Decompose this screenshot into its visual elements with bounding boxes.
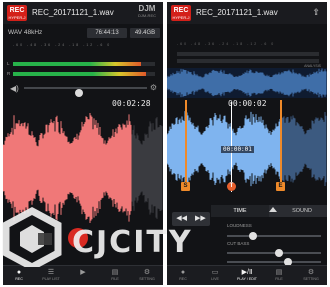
live-icon: ▭ <box>211 269 219 276</box>
center-marker-handle[interactable]: T <box>227 182 236 191</box>
tab-label: FILE <box>111 277 119 281</box>
tab-setting[interactable]: ⚙ SETTING <box>131 266 163 285</box>
record-icon: ● <box>180 269 186 276</box>
play-pause-icon: ▶ <box>80 269 86 276</box>
tab-label: REC <box>15 277 23 281</box>
audio-format: WAV 48kHz <box>8 29 43 36</box>
tab-file[interactable]: ▤ FILE <box>99 266 131 285</box>
title-bar: REC HYPER-J REC_20171121_1.wav ⇪ <box>167 2 327 24</box>
rec-badge-subtitle: HYPER-J <box>8 15 26 20</box>
meter-left-fill <box>13 62 141 66</box>
meter-right <box>177 59 319 63</box>
file-name: REC_20171121_1.wav <box>32 8 114 17</box>
tab-play-edit[interactable]: ▶/Ⅱ PLAY / EDIT <box>231 266 263 285</box>
start-marker-line[interactable] <box>185 100 187 182</box>
brand-title: DJM <box>138 4 156 13</box>
volume-row: ◀) ⚙ <box>3 81 163 97</box>
channel-right-label: R <box>7 71 11 76</box>
title-bar: REC HYPER-J REC_20171121_1.wav DJM DJM-R… <box>3 2 163 24</box>
volume-slider[interactable] <box>24 87 147 97</box>
level-meters: -60 -48 -36 -24 -18 -12 -6 0 L R <box>3 43 163 79</box>
tab-bar: ● REC ☰ PLAY LIST ▶ ▤ FILE ⚙ SETTING <box>3 265 163 285</box>
rec-badge-title: REC <box>173 7 189 14</box>
remaining-time: 76:44:13 <box>87 28 127 38</box>
rec-badge-title: REC <box>9 7 25 14</box>
playhead-time: 00:00:02 <box>228 99 267 108</box>
share-icon[interactable]: ⇪ <box>312 8 320 17</box>
brand-subtitle: DJM-REC <box>138 13 156 18</box>
tab-label: PLAY LIST <box>42 277 60 281</box>
file-icon: ▤ <box>111 269 119 276</box>
speaker-icon: ◀) <box>10 84 19 93</box>
tab-setting[interactable]: ⚙ SETTING <box>295 266 327 285</box>
tab-label: REC <box>179 277 187 281</box>
elapsed-time: 00:02:28 <box>112 99 151 108</box>
play-pause-icon: ▶/Ⅱ <box>241 269 253 276</box>
volume-knob[interactable] <box>75 89 84 97</box>
meter-left <box>13 62 155 66</box>
tab-label: PLAY / EDIT <box>236 277 258 281</box>
start-marker-handle[interactable]: S <box>181 182 190 191</box>
record-icon: ● <box>16 269 22 276</box>
file-icon: ▤ <box>275 269 283 276</box>
gear-icon: ⚙ <box>143 269 151 276</box>
end-marker-line[interactable] <box>280 100 282 182</box>
gear-icon[interactable]: ⚙ <box>150 83 157 92</box>
list-icon: ☰ <box>47 269 55 276</box>
tab-play-list[interactable]: ☰ PLAY LIST <box>35 266 67 285</box>
overview-waveform[interactable] <box>167 68 327 98</box>
channel-left-label: L <box>7 61 10 66</box>
rec-badge[interactable]: REC HYPER-J <box>7 5 27 21</box>
brand-logo: DJM DJM-REC <box>138 4 156 19</box>
rec-badge[interactable]: REC HYPER-J <box>171 5 191 21</box>
meter-left <box>177 52 319 56</box>
tab-label: SETTING <box>303 277 319 281</box>
tab-live[interactable]: ▭ LIVE <box>199 266 231 285</box>
tab-file[interactable]: ▤ FILE <box>263 266 295 285</box>
tab-rec[interactable]: ● REC <box>3 266 35 285</box>
overview-svg <box>167 68 327 98</box>
meter-scale: -60 -48 -36 -24 -18 -12 -6 0 <box>13 43 112 47</box>
meter-right-fill <box>13 72 147 76</box>
free-space: 49.4GB <box>130 28 160 38</box>
tab-label: SETTING <box>139 277 155 281</box>
meter-scale: -60 -48 -36 -24 -18 -12 -6 0 <box>177 42 276 46</box>
tab-label: FILE <box>275 277 283 281</box>
info-bar: WAV 48kHz 76:44:13 49.4GB <box>3 26 163 40</box>
marker-time: 00:00:01 <box>221 146 254 153</box>
end-marker-handle[interactable]: E <box>276 182 285 191</box>
meter-right <box>13 72 155 76</box>
file-name: REC_20171121_1.wav <box>196 8 278 17</box>
watermark-text: CJCITY <box>72 225 193 260</box>
tab-label: LIVE <box>211 277 219 281</box>
tab-bar: ● REC ▭ LIVE ▶/Ⅱ PLAY / EDIT ▤ FILE ⚙ SETTING <box>167 265 327 285</box>
gear-icon: ⚙ <box>307 269 315 276</box>
tab-rec[interactable]: ● REC <box>167 266 199 285</box>
tab-play[interactable]: ▶ <box>67 266 99 285</box>
rec-badge-subtitle: HYPER-J <box>172 15 190 20</box>
